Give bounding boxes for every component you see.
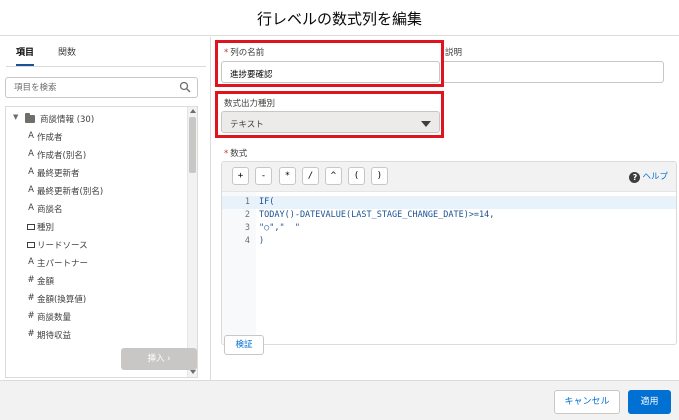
help-label: ヘルプ xyxy=(642,172,668,182)
column-name-input[interactable]: 進捗要確認 xyxy=(221,61,440,83)
operator-power-button[interactable]: ^ xyxy=(325,167,342,185)
dialog-footer: キャンセル 適用 xyxy=(0,380,679,420)
formula-toolbar: + - * / ^ ( ) ? ヘルプ xyxy=(222,162,676,192)
folder-icon xyxy=(25,113,35,123)
field-search xyxy=(5,77,198,98)
tree-scrollbar[interactable] xyxy=(187,107,197,377)
number-icon: # xyxy=(27,329,35,339)
output-type-label: 数式出力種別 xyxy=(224,99,276,109)
chevron-down-icon[interactable]: ▼ xyxy=(13,113,18,121)
tab-functions[interactable]: 関数 xyxy=(58,45,76,64)
tree-field-label: 主パートナー xyxy=(37,259,89,269)
output-type-value: テキスト xyxy=(230,120,264,130)
right-panel: * 列の名前 進捗要確認 説明 数式出力種別 テキスト * 数式 + - * / ^… xyxy=(212,37,679,380)
text-type-icon: A xyxy=(28,131,34,141)
line-number: 4 xyxy=(244,236,250,246)
code-line[interactable]: 2 TODAY()-DATEVALUE(LAST_STAGE_CHANGE_DAT… xyxy=(222,209,676,222)
scroll-thumb[interactable] xyxy=(189,117,196,173)
operator-minus-button[interactable]: - xyxy=(255,167,272,185)
column-name-value: 進捗要確認 xyxy=(230,70,273,80)
caret-down-icon xyxy=(421,121,431,127)
tree-field-label: 最終更新者(別名) xyxy=(37,187,104,197)
operator-divide-button[interactable]: / xyxy=(302,167,319,185)
text-type-icon: A xyxy=(28,149,34,159)
code-text: TODAY()-DATEVALUE(LAST_STAGE_CHANGE_DATE… xyxy=(259,210,495,220)
tree-field-label: 作成者(別名) xyxy=(37,151,87,161)
insert-button[interactable]: 挿入 › xyxy=(121,348,197,370)
number-icon: # xyxy=(27,275,35,285)
tab-fields[interactable]: 項目 xyxy=(16,45,35,66)
line-number: 3 xyxy=(244,223,250,233)
tree-field-label: 商談数量 xyxy=(37,313,72,323)
line-number: 2 xyxy=(244,210,250,220)
tree-field-label: 金額(換算値) xyxy=(37,295,87,305)
text-type-icon: A xyxy=(28,257,34,267)
tree-field-label: 最終更新者 xyxy=(37,169,80,179)
validate-button[interactable]: 検証 xyxy=(224,335,264,355)
output-type-select[interactable]: テキスト xyxy=(221,111,440,133)
operator-plus-button[interactable]: + xyxy=(232,167,249,185)
picklist-icon xyxy=(26,239,36,251)
required-marker: * xyxy=(224,48,229,58)
description-input[interactable] xyxy=(444,61,664,83)
picklist-icon xyxy=(26,221,36,233)
tree-group-label: 商談情報 (30) xyxy=(40,115,95,125)
required-marker: * xyxy=(224,149,229,159)
operator-multiply-button[interactable]: * xyxy=(279,167,296,185)
number-icon: # xyxy=(27,293,35,303)
tree-field-label: リードソース xyxy=(37,241,88,251)
line-number: 1 xyxy=(244,197,250,207)
text-type-icon: A xyxy=(28,167,34,177)
dialog-title: 行レベルの数式列を編集 xyxy=(256,10,422,28)
text-type-icon: A xyxy=(28,203,34,213)
field-tree: ▼ 商談情報 (30) A 作成者 A 作成者(別名) A 最終更新者 A 最終更新者(別名)… xyxy=(5,106,198,378)
help-icon: ? xyxy=(629,172,641,183)
code-text: IF( xyxy=(259,197,275,207)
description-label: 説明 xyxy=(445,48,463,58)
tree-field-label: 種別 xyxy=(37,223,55,233)
search-icon xyxy=(179,81,191,93)
operator-open-paren-button[interactable]: ( xyxy=(348,167,365,185)
formula-editor[interactable]: + - * / ^ ( ) ? ヘルプ 1 IF( 2 TODAY()-DATEVALU… xyxy=(221,161,677,345)
code-line[interactable]: 1 IF( xyxy=(222,196,676,209)
operator-close-paren-button[interactable]: ) xyxy=(371,167,388,185)
formula-label-text: 数式 xyxy=(230,149,248,159)
number-icon: # xyxy=(27,311,35,321)
field-search-input[interactable] xyxy=(14,81,174,95)
tree-field-label: 金額 xyxy=(37,277,55,287)
code-text: ) xyxy=(259,236,265,246)
cancel-button[interactable]: キャンセル xyxy=(554,390,620,414)
tree-field-label: 期待収益 xyxy=(37,331,72,341)
help-link[interactable]: ? ヘルプ xyxy=(629,170,668,183)
tree-field-label: 商談名 xyxy=(37,205,63,215)
code-line[interactable]: 4) xyxy=(222,235,676,248)
column-name-label: * 列の名前 xyxy=(224,46,264,58)
left-panel: 項目 関数 ▼ 商談情報 (30) A作成者A作成者(別名)A最終更新者A最終更… xyxy=(0,37,211,380)
field-tabs: 項目 関数 xyxy=(6,43,206,67)
code-text: "○"," " xyxy=(259,223,300,233)
column-name-label-text: 列の名前 xyxy=(230,48,265,58)
formula-label: * 数式 xyxy=(224,147,247,159)
scroll-up-icon[interactable] xyxy=(190,109,196,113)
dialog-header: 行レベルの数式列を編集 xyxy=(0,0,679,36)
text-type-icon: A xyxy=(28,185,34,195)
apply-button[interactable]: 適用 xyxy=(628,390,671,414)
tree-field-label: 作成者 xyxy=(37,133,63,143)
scroll-down-icon[interactable] xyxy=(190,370,196,374)
code-line[interactable]: 3 "○"," " xyxy=(222,222,676,235)
